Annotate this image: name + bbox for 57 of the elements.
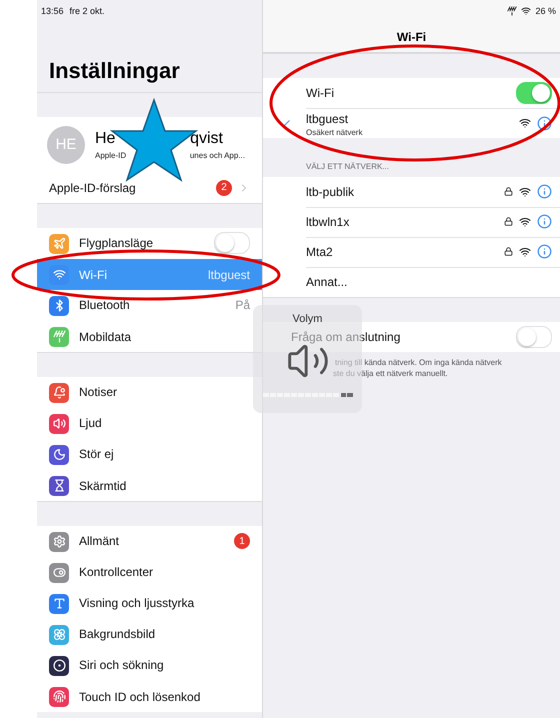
- settings-label: Allmänt: [79, 534, 120, 548]
- settings-label: Stör ej: [79, 447, 114, 461]
- wifi-icon: [521, 6, 532, 16]
- profile-row[interactable]: HE He qvist Apple-ID unes och App...: [37, 117, 262, 172]
- network-row[interactable]: Mta2: [263, 237, 560, 267]
- settings-label: Ljud: [79, 416, 102, 430]
- settings-label: Kontrollcenter: [79, 565, 154, 579]
- footer-note: tning till kända nätverk. Om inga kända nätverk: [335, 358, 502, 369]
- wifi-icon: [519, 186, 531, 198]
- sidebar-title: Inställningar: [49, 58, 181, 84]
- status-date: fre 2 okt.: [70, 6, 105, 16]
- network-name[interactable]: ltbguest: [306, 112, 348, 126]
- network-row[interactable]: Annat...: [263, 267, 560, 297]
- settings-value: ltbguest: [208, 268, 250, 282]
- settings-label: Bluetooth: [79, 298, 130, 312]
- notification-badge: 1: [234, 533, 250, 549]
- wifi-icon: [519, 216, 531, 228]
- settings-label: Siri och sökning: [79, 658, 164, 672]
- wifi-icon: [519, 246, 531, 258]
- network-name: ltb-publik: [306, 184, 354, 198]
- settings-label: Skärmtid: [79, 478, 126, 492]
- toggle-switch[interactable]: [214, 232, 250, 254]
- section-header: VÄLJ ETT NÄTVERK...: [305, 161, 390, 173]
- profile-subtitle: unes och App...: [190, 150, 245, 160]
- profile-name: qvist: [190, 130, 223, 148]
- other-network: Annat...: [306, 275, 348, 289]
- footer-note: ste du välja ett nätverk manuellt.: [333, 368, 448, 380]
- settings-label: Bakgrundsbild: [79, 627, 156, 641]
- avatar: HE: [47, 126, 85, 164]
- ask-join-toggle[interactable]: [516, 326, 552, 348]
- battery-percent: 26 %: [535, 6, 556, 16]
- volume-title: Volym: [292, 313, 322, 325]
- suggestion-label: Apple-ID-förslag: [49, 180, 136, 194]
- settings-label: Flygplansläge: [79, 236, 154, 250]
- settings-label: Wi-Fi: [79, 268, 107, 282]
- notification-badge: 2: [216, 180, 232, 196]
- info-icon[interactable]: [537, 184, 552, 199]
- settings-label: Touch ID och lösenkod: [79, 690, 200, 704]
- profile-subtitle: Apple-ID: [95, 150, 126, 160]
- wifi-label: Wi-Fi: [306, 86, 334, 100]
- status-time: 13:56: [41, 6, 64, 16]
- network-row[interactable]: ltb-publik: [263, 177, 560, 207]
- settings-label: Mobildata: [79, 330, 132, 344]
- profile-name: He: [95, 130, 116, 148]
- ask-join-label: Fråga om anslutning: [291, 330, 400, 344]
- wifi-toggle[interactable]: [516, 82, 552, 104]
- network-name: Mta2: [306, 244, 333, 258]
- info-icon[interactable]: [537, 214, 552, 229]
- settings-label: Notiser: [79, 385, 118, 399]
- network-status: Osäkert nätverk: [306, 128, 362, 136]
- info-icon[interactable]: [537, 116, 552, 130]
- settings-label: Visning och ljusstyrka: [79, 596, 194, 610]
- page-title: Wi-Fi: [396, 30, 426, 44]
- settings-value: På: [235, 298, 250, 312]
- network-name: ltbwln1x: [306, 214, 350, 228]
- info-icon[interactable]: [537, 244, 552, 259]
- network-row[interactable]: ltbwln1x: [263, 207, 560, 237]
